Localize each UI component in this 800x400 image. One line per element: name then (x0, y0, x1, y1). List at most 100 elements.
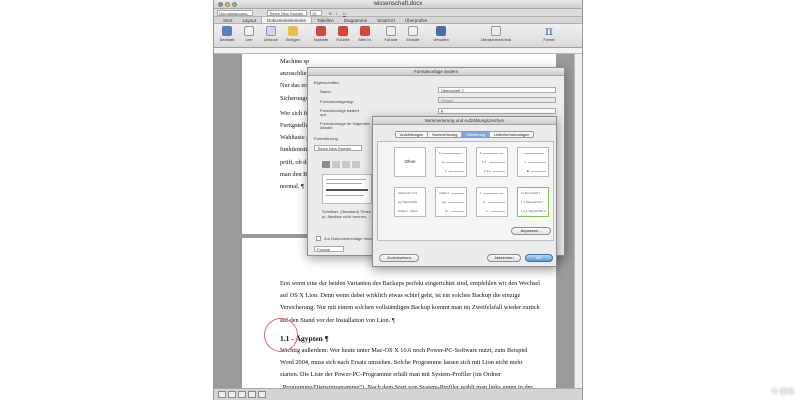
ribbon-tab-smartart[interactable]: SmartArt (372, 17, 400, 23)
font-size-select[interactable]: 12 (310, 10, 322, 16)
align-center-icon[interactable] (332, 161, 340, 168)
endnote-icon (408, 26, 418, 36)
option-text: A. (483, 200, 486, 204)
page-bottom-text: Erst wenn eine der beiden Varianten des … (280, 278, 542, 400)
ribbon-tab-bar: Start Layout Dokumentelemente Tabellen D… (214, 17, 582, 24)
footnote-icon (386, 26, 396, 36)
option-label: Ohne (404, 159, 416, 164)
ribbon-tab-tabellen[interactable]: Tabellen (312, 17, 339, 23)
style-type-label: Formatvorlagentyp: (320, 99, 355, 104)
dialog-title: Nummerierung und Aufzählungszeichen (373, 117, 556, 125)
align-right-icon[interactable] (342, 161, 350, 168)
fusszeile-button[interactable]: Fußzeile (332, 26, 354, 46)
outline-option-4[interactable]: • ➢ ■ (517, 147, 549, 177)
based-on-select[interactable]: ¶ (438, 108, 556, 114)
ribbon-tab-diagramme[interactable]: Diagramme (339, 17, 372, 23)
cancel-button[interactable]: Abbrechen (487, 254, 521, 262)
option-text: 1.1. (482, 160, 488, 164)
tab-listenformatvorlagen[interactable]: Listenformatvorlagen (489, 132, 534, 137)
view-print-button[interactable] (248, 391, 256, 398)
formel-button[interactable]: π Formel (534, 24, 564, 46)
window-title: wissenschaft.docx (373, 1, 423, 7)
formatting-label: Formatierung (314, 136, 338, 141)
page-number-icon (360, 26, 370, 36)
option-text: Artikel I. (439, 191, 450, 195)
alignment-buttons (322, 161, 362, 169)
fussnote-button[interactable]: Fußnote (380, 26, 402, 46)
einfuegen-button[interactable]: Einfügen (282, 26, 304, 46)
literaturverzeichnis-button[interactable]: Literaturverzeichnis (476, 26, 516, 46)
verwalten-button[interactable]: Verwalten (426, 26, 456, 46)
option-text: 1. (486, 209, 489, 213)
align-justify-icon[interactable] (352, 161, 360, 168)
outline-option-3[interactable]: 1. 1.1. 1.1.1. (476, 147, 508, 177)
break-icon (266, 26, 276, 36)
ribbon-tab-layout[interactable]: Layout (238, 17, 262, 23)
italic-icon[interactable]: I (336, 11, 337, 16)
ribbon-tab-dokumentelemente[interactable]: Dokumentelemente (261, 17, 313, 23)
outline-option-7[interactable]: I. A. 1. (476, 187, 508, 217)
umbruch-button[interactable]: Umbruch (260, 26, 282, 46)
option-text: ➢ (524, 160, 527, 164)
view-outline-button[interactable] (228, 391, 236, 398)
leer-button[interactable]: Leer (238, 26, 260, 46)
underline-icon[interactable]: U (343, 11, 346, 16)
bold-icon[interactable]: B (329, 11, 332, 16)
option-text: (i) (445, 209, 448, 213)
view-notebook-button[interactable] (258, 391, 266, 398)
view-publishing-button[interactable] (238, 391, 246, 398)
align-left-icon[interactable] (322, 161, 330, 168)
deckblatt-button[interactable]: Deckblatt (216, 26, 238, 46)
blank-page-icon (244, 26, 254, 36)
seitennummer-button[interactable]: Seite Nr. (354, 26, 376, 46)
paragraph: Erst wenn eine der beiden Varianten des … (280, 280, 540, 324)
header-icon (316, 26, 326, 36)
ribbon: Deckblatt Leer Umbruch Einfügen Kopfzeil… (214, 24, 582, 48)
cover-page-icon (222, 26, 232, 36)
option-text: Artikel I. Übers. (398, 209, 419, 213)
font-select[interactable]: Times New Roman (314, 145, 362, 151)
font-select[interactable]: Times New Roman (267, 10, 307, 16)
ribbon-tab-ueberpruefen[interactable]: Überprüfen (400, 17, 433, 23)
outline-option-2[interactable]: 1) a) i) (435, 147, 467, 177)
kopfzeile-button[interactable]: Kopfzeile (310, 26, 332, 46)
numbering-dialog: Nummerierung und Aufzählungszeichen Aufz… (372, 116, 557, 267)
option-text: (a) Überschrift (398, 200, 418, 204)
option-text: 1.1.1 Überschrift 3 (521, 209, 546, 213)
style-select[interactable]: Normalstandard (217, 10, 253, 16)
name-field[interactable]: Überschrift 2 (438, 87, 556, 93)
footer-icon (338, 26, 348, 36)
reset-button[interactable]: Zurücksetzen (379, 254, 419, 262)
outline-option-6[interactable]: Artikel I. (a) (i) (435, 187, 467, 217)
heading-aegypten: 1.1 - Ägypten ¶ (280, 333, 329, 343)
outline-option-5[interactable]: Abschnitt 1.01 (a) Überschrift Artikel I… (394, 187, 426, 217)
dialog-title: Formatvorlage ändern (308, 68, 564, 76)
manage-icon (436, 26, 446, 36)
option-text: 1.1.1. (484, 169, 492, 173)
option-text: (a) (442, 200, 446, 204)
view-draft-button[interactable] (218, 391, 226, 398)
outline-option-8[interactable]: 1 Überschrift 1 1.1 Überschrift 2 1.1.1 … (517, 187, 549, 217)
style-description: Schriftart: (Standard) Times ... pt, Abs… (322, 210, 376, 219)
format-menu-button[interactable]: Format (314, 246, 344, 252)
pi-icon: π (545, 24, 553, 38)
bibliography-icon (491, 26, 501, 36)
style-preview (322, 174, 372, 204)
tab-gliederung[interactable]: Gliederung (462, 132, 490, 137)
option-text: 1 Überschrift 1 (521, 191, 541, 195)
option-text: ■ (527, 169, 529, 173)
vertical-scrollbar[interactable] (574, 54, 582, 388)
option-text: i) (445, 169, 447, 173)
option-text: I. (480, 191, 482, 195)
title-bar: wissenschaft.docx (214, 0, 582, 9)
outline-option-none[interactable]: Ohne (394, 147, 426, 177)
add-template-checkbox[interactable] (316, 236, 321, 241)
endnote-button[interactable]: Endnote (402, 26, 424, 46)
customize-button[interactable]: Anpassen... (511, 227, 551, 235)
ribbon-tab-start[interactable]: Start (218, 17, 238, 23)
style-type-select[interactable]: Absatz (438, 97, 556, 103)
ok-button[interactable]: OK (525, 254, 553, 262)
name-label: Name: (320, 89, 332, 94)
tab-nummerierung[interactable]: Nummerierung (428, 132, 463, 137)
tab-aufzaehlungen[interactable]: Aufzählungen (396, 132, 429, 137)
